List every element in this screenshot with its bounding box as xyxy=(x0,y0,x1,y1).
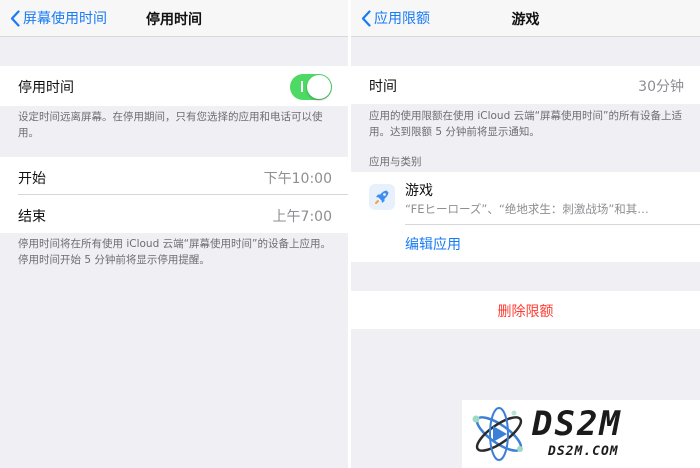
toggle-knob xyxy=(307,75,331,99)
start-label: 开始 xyxy=(18,171,46,187)
downtime-toggle[interactable] xyxy=(290,74,332,100)
end-label: 结束 xyxy=(18,209,46,225)
delete-limit-row: 删除限额 xyxy=(351,291,700,329)
row-divider xyxy=(405,224,700,225)
time-row[interactable]: 时间 30分钟 xyxy=(351,66,700,104)
edit-apps-button[interactable]: 编辑应用 xyxy=(405,234,461,254)
page-title: 游戏 xyxy=(511,12,540,28)
watermark-small-text: DS2M.COM xyxy=(548,444,619,459)
downtime-toggle-row: 停用时间 xyxy=(0,66,348,106)
downtime-screen: 屏幕使用时间 停用时间 停用时间 设定时间远离屏幕。在停用期间，只有您选择的应用… xyxy=(0,0,348,468)
downtime-footer: 停用时间将在所有使用 iCloud 云端“屏幕使用时间”的设备上应用。停用时间开… xyxy=(18,238,331,266)
end-row[interactable]: 结束 上午7:00 xyxy=(0,195,348,233)
page-title: 停用时间 xyxy=(146,12,202,28)
downtime-description: 设定时间远离屏幕。在停用期间，只有您选择的应用和电话可以使用。 xyxy=(18,111,323,139)
end-value: 上午7:00 xyxy=(272,209,332,225)
app-limit-screen: 应用限额 游戏 时间 30分钟 应用的使用限额在使用 iCloud 云端“屏幕使… xyxy=(351,0,700,468)
time-label: 时间 xyxy=(369,79,397,95)
nav-bar: 屏幕使用时间 停用时间 xyxy=(0,0,348,37)
rocket-icon xyxy=(369,184,395,210)
delete-limit-button[interactable]: 删除限额 xyxy=(351,301,700,321)
nav-bar: 应用限额 游戏 xyxy=(351,0,700,37)
schedule-group: 开始 下午10:00 结束 上午7:00 xyxy=(0,157,348,233)
toggle-on-mark xyxy=(301,81,303,92)
watermark-logo: DS2M DS2M.COM xyxy=(462,400,700,468)
category-row[interactable]: 游戏 “FEヒーローズ”、“绝地求生：刺激战场”和其… xyxy=(351,172,700,224)
watermark-big-text: DS2M xyxy=(532,404,622,444)
start-row[interactable]: 开始 下午10:00 xyxy=(0,157,348,195)
atom-logo-icon xyxy=(472,407,523,461)
time-value: 30分钟 xyxy=(638,79,684,95)
downtime-toggle-label: 停用时间 xyxy=(18,80,74,96)
apps-group: 游戏 “FEヒーローズ”、“绝地求生：刺激战场”和其… 编辑应用 xyxy=(351,172,700,262)
section-header: 应用与类别 xyxy=(369,156,422,168)
category-apps: “FEヒーローズ”、“绝地求生：刺激战场”和其… xyxy=(405,202,649,216)
category-title: 游戏 xyxy=(405,183,433,199)
limit-description: 应用的使用限额在使用 iCloud 云端“屏幕使用时间”的所有设备上适用。达到限… xyxy=(369,110,682,138)
start-value: 下午10:00 xyxy=(263,171,332,187)
